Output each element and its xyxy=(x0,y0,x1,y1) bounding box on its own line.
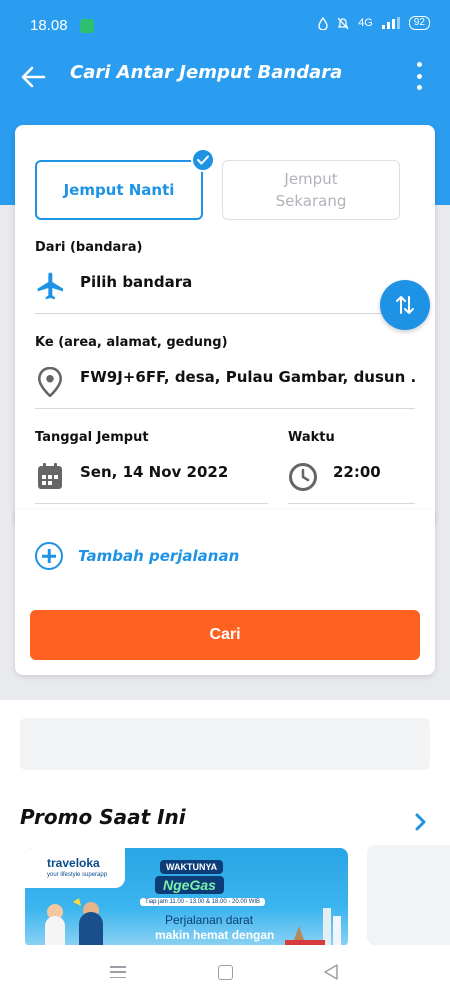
page-title: Cari Antar Jemput Bandara xyxy=(70,62,343,83)
airplane-icon xyxy=(37,272,63,300)
promo-section-title: Promo Saat Ini xyxy=(20,805,186,829)
status-time: 18.08 xyxy=(30,17,68,34)
status-bar: 18.08 4G 92 xyxy=(0,0,450,40)
promo-text: Perjalanan darat xyxy=(165,913,254,927)
divider xyxy=(288,503,415,504)
chevron-right-icon[interactable] xyxy=(408,810,432,834)
app-bar: Cari Antar Jemput Bandara xyxy=(0,40,450,110)
tab-jemput-nanti[interactable]: Jemput Nanti xyxy=(35,160,203,220)
divider xyxy=(35,503,268,504)
date-value[interactable]: Sen, 14 Nov 2022 xyxy=(80,463,260,481)
promo-hours: Tiap jam 11.00 - 13.00 & 18.00 - 20.00 W… xyxy=(140,898,266,906)
system-nav-bar xyxy=(0,945,450,1000)
home-icon[interactable] xyxy=(218,965,233,980)
mute-bell-icon xyxy=(337,17,349,29)
status-indicators: 4G 92 xyxy=(318,16,430,30)
loading-placeholder xyxy=(20,718,430,770)
search-button[interactable]: Cari xyxy=(30,610,420,660)
tab-label: Jemput Sekarang xyxy=(275,170,347,210)
to-label: Ke (area, alamat, gedung) xyxy=(35,335,228,350)
time-label: Waktu xyxy=(288,430,335,445)
promo-text: makin hemat dengan xyxy=(155,928,275,942)
time-value[interactable]: 22:00 xyxy=(333,463,413,481)
swap-button[interactable] xyxy=(380,280,430,330)
add-circle-icon xyxy=(35,542,63,570)
traveloka-logo: traveloka xyxy=(47,856,100,870)
more-vert-icon[interactable] xyxy=(414,62,424,90)
search-form-card: Jemput Nanti Jemput Sekarang Dari (banda… xyxy=(15,125,435,525)
to-value[interactable]: FW9J+6FF, desa, Pulau Gambar, dusun ... xyxy=(80,368,415,386)
search-form-actions: Tambah perjalanan Cari xyxy=(15,510,435,675)
recent-apps-icon[interactable] xyxy=(110,966,126,978)
check-icon xyxy=(191,148,215,172)
battery-level: 92 xyxy=(408,16,430,30)
city-illustration xyxy=(285,908,341,948)
from-label: Dari (bandara) xyxy=(35,240,143,255)
promo-banner-next[interactable] xyxy=(367,845,450,945)
divider xyxy=(35,408,415,409)
signal-icon xyxy=(381,17,400,29)
date-label: Tanggal Jemput xyxy=(35,430,149,445)
back-arrow-icon[interactable] xyxy=(18,62,48,92)
calendar-icon xyxy=(38,463,62,489)
add-trip-label: Tambah perjalanan xyxy=(78,547,240,565)
promo-badge-title: NgeGas xyxy=(155,876,224,894)
swap-icon xyxy=(396,296,414,314)
tab-jemput-sekarang[interactable]: Jemput Sekarang xyxy=(222,160,400,220)
people-illustration xyxy=(45,898,103,948)
message-notification-icon xyxy=(80,19,94,33)
promo-badge: WAKTUNYA xyxy=(160,860,224,874)
location-pin-icon xyxy=(37,367,63,397)
tab-label: Jemput Nanti xyxy=(63,181,175,199)
clock-icon xyxy=(289,463,317,491)
drop-icon xyxy=(318,16,328,30)
network-type: 4G xyxy=(358,17,373,29)
nav-back-icon[interactable] xyxy=(322,963,340,981)
logo-tagline: your lifestyle superapp xyxy=(47,872,108,878)
add-trip-button[interactable]: Tambah perjalanan xyxy=(35,542,239,570)
divider xyxy=(35,313,415,314)
from-value[interactable]: Pilih bandara xyxy=(80,273,360,291)
promo-banner[interactable]: traveloka your lifestyle superapp WAKTUN… xyxy=(25,848,348,948)
